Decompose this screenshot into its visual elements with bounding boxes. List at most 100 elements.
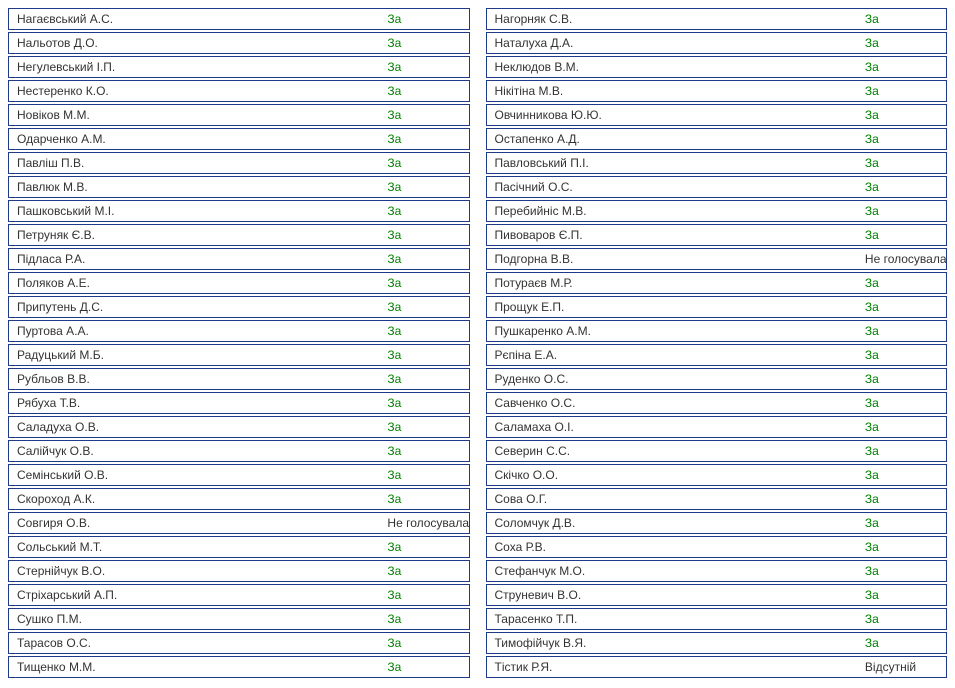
table-row: Припутень Д.С.За (8, 296, 470, 318)
vote-value: За (861, 324, 955, 338)
table-row: Тимофійчук В.Я.За (486, 632, 948, 654)
table-row: Струневич В.О.За (486, 584, 948, 606)
table-row: Рябуха Т.В.За (8, 392, 470, 414)
deputy-name: Неклюдов В.М. (487, 60, 861, 74)
table-row: Негулевський І.П.За (8, 56, 470, 78)
table-row: Одарченко А.М.За (8, 128, 470, 150)
vote-value: За (383, 348, 492, 362)
vote-value: За (861, 228, 955, 242)
table-row: Тарасов О.С.За (8, 632, 470, 654)
deputy-name: Стріхарський А.П. (9, 588, 383, 602)
vote-value: За (383, 540, 492, 554)
vote-value: За (861, 564, 955, 578)
table-row: Тарасенко Т.П.За (486, 608, 948, 630)
vote-value: Не голосувала (861, 252, 955, 266)
deputy-name: Пасічний О.С. (487, 180, 861, 194)
table-row: Сольський М.Т.За (8, 536, 470, 558)
vote-value: За (383, 396, 492, 410)
table-row: Пушкаренко А.М.За (486, 320, 948, 342)
table-row: Совгиря О.В.Не голосувала (8, 512, 470, 534)
vote-value: За (383, 444, 492, 458)
vote-value: За (861, 420, 955, 434)
table-row: Сова О.Г.За (486, 488, 948, 510)
vote-value: За (383, 612, 492, 626)
table-row: Поляков А.Е.За (8, 272, 470, 294)
deputy-name: Новіков М.М. (9, 108, 383, 122)
vote-value: За (383, 60, 492, 74)
deputy-name: Стернійчук В.О. (9, 564, 383, 578)
table-row: Подгорна В.В.Не голосувала (486, 248, 948, 270)
deputy-name: Савченко О.С. (487, 396, 861, 410)
table-row: Пуртова А.А.За (8, 320, 470, 342)
deputy-name: Нагорняк С.В. (487, 12, 861, 26)
table-row: Стернійчук В.О.За (8, 560, 470, 582)
deputy-name: Саладуха О.В. (9, 420, 383, 434)
deputy-name: Тимофійчук В.Я. (487, 636, 861, 650)
deputy-name: Сова О.Г. (487, 492, 861, 506)
deputy-name: Салійчук О.В. (9, 444, 383, 458)
vote-value: За (861, 492, 955, 506)
deputy-name: Прощук Е.П. (487, 300, 861, 314)
deputy-name: Рубльов В.В. (9, 372, 383, 386)
table-row: Перебийніс М.В.За (486, 200, 948, 222)
deputy-name: Потураєв М.Р. (487, 276, 861, 290)
deputy-name: Нікітіна М.В. (487, 84, 861, 98)
table-row: Неклюдов В.М.За (486, 56, 948, 78)
table-row: Овчинникова Ю.Ю.За (486, 104, 948, 126)
table-row: Пивоваров Є.П.За (486, 224, 948, 246)
table-row: Тістик Р.Я.Відсутній (486, 656, 948, 678)
deputy-name: Пашковський М.І. (9, 204, 383, 218)
vote-value: Не голосувала (383, 516, 492, 530)
vote-value: За (383, 84, 492, 98)
deputy-name: Тарасов О.С. (9, 636, 383, 650)
table-row: Савченко О.С.За (486, 392, 948, 414)
table-row: Радуцький М.Б.За (8, 344, 470, 366)
vote-value: За (383, 204, 492, 218)
vote-value: За (383, 372, 492, 386)
deputy-name: Припутень Д.С. (9, 300, 383, 314)
vote-value: За (861, 396, 955, 410)
deputy-name: Павловський П.І. (487, 156, 861, 170)
deputy-name: Перебийніс М.В. (487, 204, 861, 218)
table-row: Рубльов В.В.За (8, 368, 470, 390)
deputy-name: Соломчук Д.В. (487, 516, 861, 530)
vote-value: За (383, 108, 492, 122)
deputy-name: Негулевський І.П. (9, 60, 383, 74)
left-column: Нагаєвський А.С.ЗаНальотов Д.О.ЗаНегулев… (8, 8, 470, 680)
table-row: Пасічний О.С.За (486, 176, 948, 198)
deputy-name: Нестеренко К.О. (9, 84, 383, 98)
deputy-name: Рєпіна Е.А. (487, 348, 861, 362)
deputy-name: Совгиря О.В. (9, 516, 383, 530)
vote-value: За (861, 180, 955, 194)
vote-value: За (861, 60, 955, 74)
deputy-name: Пушкаренко А.М. (487, 324, 861, 338)
table-row: Нальотов Д.О.За (8, 32, 470, 54)
table-row: Павловський П.І.За (486, 152, 948, 174)
deputy-name: Рябуха Т.В. (9, 396, 383, 410)
deputy-name: Подгорна В.В. (487, 252, 861, 266)
table-row: Соха Р.В.За (486, 536, 948, 558)
table-row: Сушко П.М.За (8, 608, 470, 630)
table-row: Саламаха О.І.За (486, 416, 948, 438)
vote-value: За (861, 636, 955, 650)
table-row: Семінський О.В.За (8, 464, 470, 486)
deputy-name: Пивоваров Є.П. (487, 228, 861, 242)
vote-value: За (861, 108, 955, 122)
vote-value: За (383, 564, 492, 578)
vote-value: За (383, 636, 492, 650)
table-row: Северин С.С.За (486, 440, 948, 462)
vote-value: За (861, 36, 955, 50)
deputy-name: Соха Р.В. (487, 540, 861, 554)
vote-value: За (383, 660, 492, 674)
table-row: Петруняк Є.В.За (8, 224, 470, 246)
table-row: Стріхарський А.П.За (8, 584, 470, 606)
table-row: Соломчук Д.В.За (486, 512, 948, 534)
vote-value: За (861, 372, 955, 386)
deputy-name: Наталуха Д.А. (487, 36, 861, 50)
vote-value: За (383, 156, 492, 170)
table-row: Павлюк М.В.За (8, 176, 470, 198)
vote-value: За (383, 132, 492, 146)
deputy-name: Саламаха О.І. (487, 420, 861, 434)
deputy-name: Северин С.С. (487, 444, 861, 458)
vote-value: За (383, 492, 492, 506)
